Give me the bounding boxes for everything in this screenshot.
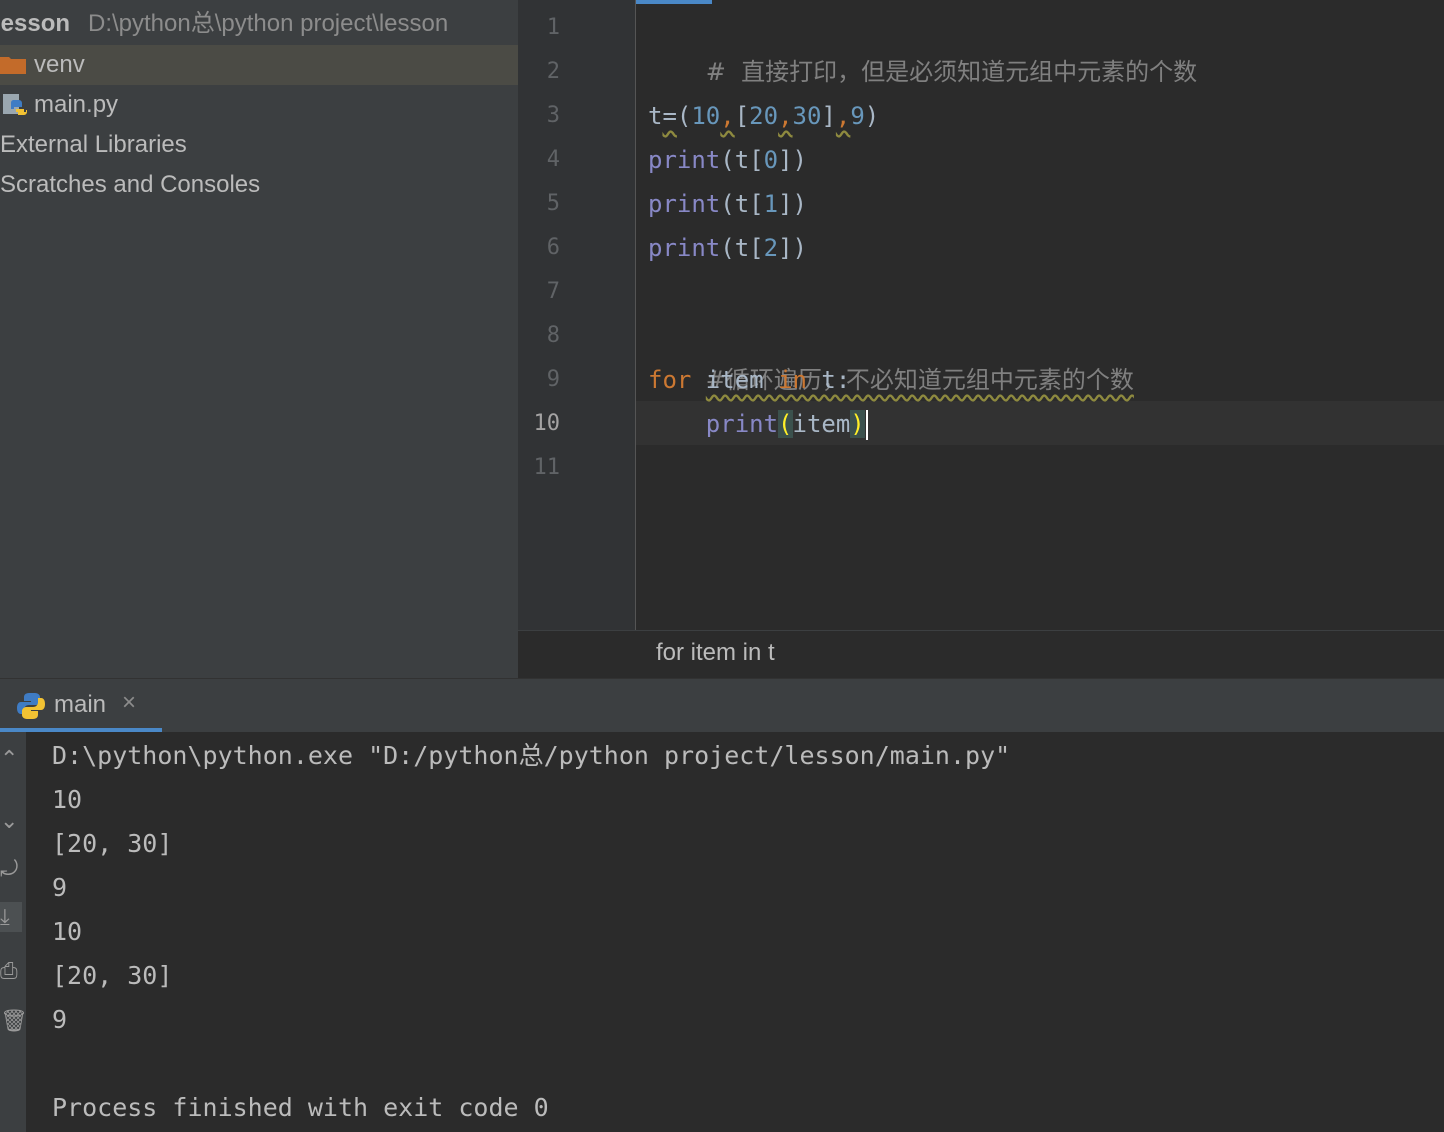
run-console[interactable]: D:\python\python.exe "D:/python总/python … — [26, 732, 1444, 1132]
python-file-icon — [3, 94, 27, 115]
console-line: [20, 30] — [52, 961, 173, 990]
tree-item-main-py[interactable]: main.py — [0, 85, 518, 125]
code-line-6[interactable]: print(t[2]) — [648, 226, 807, 270]
tree-item-label: External Libraries — [0, 131, 187, 158]
editor-breadcrumb[interactable]: for item in t — [518, 630, 1444, 679]
token: ]) — [778, 146, 807, 174]
builtin-function: print — [648, 146, 721, 174]
keyword: in — [778, 366, 807, 394]
tree-item-label: main.py — [34, 91, 119, 118]
tree-item-label: venv — [34, 51, 85, 78]
builtin-function: print — [705, 410, 779, 438]
line-number-gutter: 1 2 3 4 5 6 7 8 9 10 11 — [518, 0, 636, 630]
token: = — [662, 102, 677, 130]
run-tab-main[interactable]: main × — [0, 679, 162, 733]
builtin-function: print — [648, 190, 721, 218]
run-toolwindow-header: main × — [0, 678, 1444, 733]
matched-bracket: ) — [850, 410, 865, 438]
token: t: — [806, 366, 851, 394]
console-line: 10 — [52, 917, 83, 946]
line-number: 9 — [546, 367, 560, 392]
console-line: [20, 30] — [52, 829, 173, 858]
trash-icon[interactable]: 🗑 — [0, 1006, 28, 1036]
close-icon[interactable]: × — [122, 689, 136, 717]
number: 0 — [763, 146, 779, 174]
token: ( — [676, 102, 692, 130]
project-panel: lesson D:\python总\python project\lesson … — [0, 0, 518, 678]
python-icon — [17, 693, 45, 719]
tree-item-external-libraries[interactable]: External Libraries — [0, 125, 518, 165]
number: 1 — [763, 190, 779, 218]
token: ] — [821, 102, 836, 130]
comment: # 直接打印，但是必须知道元组中元素的个数 — [705, 58, 1198, 86]
scroll-to-end-icon[interactable]: ⤓ — [0, 902, 22, 932]
number: 2 — [763, 234, 779, 262]
code-editor[interactable]: 1 2 3 4 5 6 7 8 9 10 11 # 直接打印，但是必须知道元组中… — [518, 0, 1444, 630]
token: , — [835, 102, 851, 130]
token: ]) — [778, 190, 807, 218]
token: (t[ — [720, 190, 764, 218]
line-number: 1 — [546, 15, 560, 40]
line-number: 2 — [546, 59, 560, 84]
console-line: 10 — [52, 785, 83, 814]
line-number: 4 — [546, 147, 560, 172]
tree-item-scratches[interactable]: Scratches and Consoles — [0, 165, 518, 205]
gutter-separator — [635, 0, 636, 630]
console-line: 9 — [52, 1005, 68, 1034]
print-icon[interactable]: ⎙ — [0, 956, 22, 986]
line-number-current: 10 — [533, 411, 561, 436]
number: 20 — [749, 102, 779, 130]
run-tab-label: main — [54, 691, 107, 718]
token: [ — [734, 102, 750, 130]
up-arrow-icon[interactable]: ⌃ — [0, 744, 22, 774]
token: item — [691, 366, 779, 394]
tree-item-venv[interactable]: venv — [0, 45, 518, 85]
number: 30 — [792, 102, 822, 130]
text-caret — [865, 410, 868, 440]
console-line: 9 — [52, 873, 68, 902]
code-line-9[interactable]: for item in t: — [648, 358, 850, 402]
token: item — [792, 410, 851, 438]
console-line: Process finished with exit code 0 — [52, 1093, 549, 1122]
line-number: 8 — [546, 323, 560, 348]
console-line: D:\python\python.exe "D:/python总/python … — [52, 741, 1011, 770]
token: ]) — [778, 234, 807, 262]
builtin-function: print — [648, 234, 721, 262]
code-line-8[interactable]: #循环遍历，不必知道元组中元素的个数 — [648, 314, 1134, 394]
breadcrumb-item[interactable]: for item in t — [656, 639, 775, 667]
token: , — [720, 102, 735, 130]
project-root-row[interactable]: lesson D:\python总\python project\lesson — [0, 4, 518, 44]
token: (t[ — [720, 146, 764, 174]
code-line-10[interactable]: print(item) — [648, 402, 868, 446]
tree-item-label: Scratches and Consoles — [0, 171, 261, 198]
code-line-4[interactable]: print(t[0]) — [648, 138, 807, 182]
number: 10 — [691, 102, 721, 130]
line-number: 5 — [546, 191, 560, 216]
down-arrow-icon[interactable]: ⌄ — [0, 806, 22, 836]
line-number: 11 — [533, 455, 561, 480]
project-root-path: D:\python总\python project\lesson — [88, 10, 449, 37]
code-line-5[interactable]: print(t[1]) — [648, 182, 807, 226]
keyword: for — [648, 366, 692, 394]
token: t — [648, 102, 663, 130]
project-root-name: lesson — [0, 10, 71, 37]
line-number: 3 — [546, 103, 560, 128]
folder-icon — [0, 57, 26, 74]
code-line-3[interactable]: t=(10,[20,30],9) — [648, 94, 879, 138]
matched-bracket: ( — [778, 410, 793, 438]
token: (t[ — [720, 234, 764, 262]
number: 9 — [850, 102, 865, 130]
token: ) — [864, 102, 880, 130]
run-side-toolbar: ⌃ ⌄ ⤾ ⤓ ⎙ 🗑 — [0, 732, 28, 1132]
code-line-1[interactable]: # 直接打印，但是必须知道元组中元素的个数 — [648, 6, 1197, 86]
line-number: 7 — [546, 279, 560, 304]
token: , — [778, 102, 793, 130]
soft-wrap-icon[interactable]: ⤾ — [0, 854, 22, 884]
line-number: 6 — [546, 235, 560, 260]
